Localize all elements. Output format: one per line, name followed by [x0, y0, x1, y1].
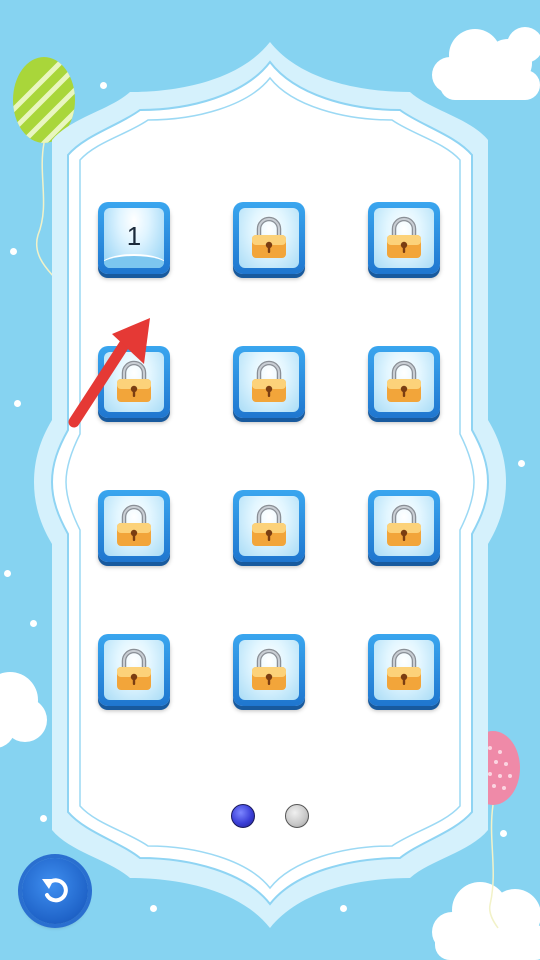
padlock-icon: [387, 648, 421, 690]
padlock-icon: [117, 504, 151, 546]
page-indicator-1[interactable]: [231, 804, 255, 828]
level-button-2[interactable]: [233, 202, 305, 274]
padlock-icon: [252, 648, 286, 690]
level-button-8[interactable]: [233, 490, 305, 562]
padlock-icon: [117, 648, 151, 690]
hint-arrow-icon: [68, 318, 150, 428]
level-number: 1: [126, 220, 142, 251]
level-button-1[interactable]: 1: [98, 202, 170, 274]
level-button-12[interactable]: [368, 634, 440, 706]
level-button-10[interactable]: [98, 634, 170, 706]
padlock-icon: [252, 216, 286, 258]
padlock-icon: [387, 504, 421, 546]
padlock-icon: [387, 360, 421, 402]
level-button-11[interactable]: [233, 634, 305, 706]
padlock-icon: [387, 216, 421, 258]
level-panel: [34, 42, 506, 928]
level-button-9[interactable]: [368, 490, 440, 562]
page-indicator-2[interactable]: [285, 804, 309, 828]
back-arrow-icon: [42, 878, 68, 903]
level-button-7[interactable]: [98, 490, 170, 562]
level-button-6[interactable]: [368, 346, 440, 418]
padlock-icon: [252, 504, 286, 546]
back-button[interactable]: [22, 858, 88, 924]
padlock-icon: [252, 360, 286, 402]
level-button-5[interactable]: [233, 346, 305, 418]
level-button-3[interactable]: [368, 202, 440, 274]
